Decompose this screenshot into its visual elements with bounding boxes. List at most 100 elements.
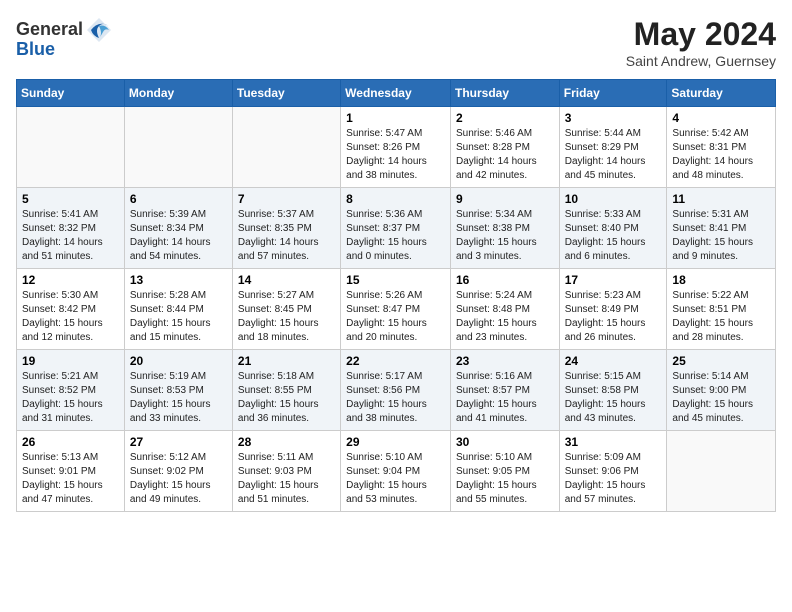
- day-number: 19: [22, 354, 119, 368]
- day-cell: 3 Sunrise: 5:44 AMSunset: 8:29 PMDayligh…: [559, 107, 667, 188]
- day-cell: 25 Sunrise: 5:14 AMSunset: 9:00 PMDaylig…: [667, 350, 776, 431]
- week-row-3: 12 Sunrise: 5:30 AMSunset: 8:42 PMDaylig…: [17, 269, 776, 350]
- day-cell: 24 Sunrise: 5:15 AMSunset: 8:58 PMDaylig…: [559, 350, 667, 431]
- day-info: Sunrise: 5:14 AMSunset: 9:00 PMDaylight:…: [672, 370, 770, 426]
- day-number: 14: [238, 273, 335, 287]
- day-info: Sunrise: 5:42 AMSunset: 8:31 PMDaylight:…: [672, 127, 770, 183]
- day-number: 16: [456, 273, 554, 287]
- day-info: Sunrise: 5:28 AMSunset: 8:44 PMDaylight:…: [130, 289, 227, 345]
- day-info: Sunrise: 5:37 AMSunset: 8:35 PMDaylight:…: [238, 208, 335, 264]
- day-cell: 9 Sunrise: 5:34 AMSunset: 8:38 PMDayligh…: [450, 188, 559, 269]
- day-cell: 28 Sunrise: 5:11 AMSunset: 9:03 PMDaylig…: [232, 431, 340, 512]
- day-cell: 26 Sunrise: 5:13 AMSunset: 9:01 PMDaylig…: [17, 431, 125, 512]
- day-info: Sunrise: 5:33 AMSunset: 8:40 PMDaylight:…: [565, 208, 662, 264]
- day-info: Sunrise: 5:30 AMSunset: 8:42 PMDaylight:…: [22, 289, 119, 345]
- day-number: 8: [346, 192, 445, 206]
- day-number: 21: [238, 354, 335, 368]
- week-row-5: 26 Sunrise: 5:13 AMSunset: 9:01 PMDaylig…: [17, 431, 776, 512]
- weekday-header-thursday: Thursday: [450, 80, 559, 107]
- day-number: 9: [456, 192, 554, 206]
- day-cell: 16 Sunrise: 5:24 AMSunset: 8:48 PMDaylig…: [450, 269, 559, 350]
- week-row-1: 1 Sunrise: 5:47 AMSunset: 8:26 PMDayligh…: [17, 107, 776, 188]
- day-cell: 30 Sunrise: 5:10 AMSunset: 9:05 PMDaylig…: [450, 431, 559, 512]
- day-cell: 19 Sunrise: 5:21 AMSunset: 8:52 PMDaylig…: [17, 350, 125, 431]
- day-number: 27: [130, 435, 227, 449]
- logo-blue: Blue: [16, 40, 55, 60]
- day-cell: 8 Sunrise: 5:36 AMSunset: 8:37 PMDayligh…: [341, 188, 451, 269]
- day-info: Sunrise: 5:47 AMSunset: 8:26 PMDaylight:…: [346, 127, 445, 183]
- title-block: May 2024 Saint Andrew, Guernsey: [626, 16, 776, 69]
- day-info: Sunrise: 5:09 AMSunset: 9:06 PMDaylight:…: [565, 451, 662, 507]
- weekday-header-friday: Friday: [559, 80, 667, 107]
- day-info: Sunrise: 5:10 AMSunset: 9:05 PMDaylight:…: [456, 451, 554, 507]
- weekday-header-row: SundayMondayTuesdayWednesdayThursdayFrid…: [17, 80, 776, 107]
- week-row-4: 19 Sunrise: 5:21 AMSunset: 8:52 PMDaylig…: [17, 350, 776, 431]
- day-number: 4: [672, 111, 770, 125]
- day-cell: 4 Sunrise: 5:42 AMSunset: 8:31 PMDayligh…: [667, 107, 776, 188]
- day-number: 23: [456, 354, 554, 368]
- day-cell: [667, 431, 776, 512]
- day-cell: [17, 107, 125, 188]
- day-cell: 17 Sunrise: 5:23 AMSunset: 8:49 PMDaylig…: [559, 269, 667, 350]
- day-number: 29: [346, 435, 445, 449]
- day-info: Sunrise: 5:23 AMSunset: 8:49 PMDaylight:…: [565, 289, 662, 345]
- day-number: 3: [565, 111, 662, 125]
- day-number: 30: [456, 435, 554, 449]
- logo: General Blue: [16, 16, 113, 60]
- day-cell: 22 Sunrise: 5:17 AMSunset: 8:56 PMDaylig…: [341, 350, 451, 431]
- day-info: Sunrise: 5:27 AMSunset: 8:45 PMDaylight:…: [238, 289, 335, 345]
- day-number: 11: [672, 192, 770, 206]
- day-cell: 14 Sunrise: 5:27 AMSunset: 8:45 PMDaylig…: [232, 269, 340, 350]
- day-number: 26: [22, 435, 119, 449]
- day-cell: 10 Sunrise: 5:33 AMSunset: 8:40 PMDaylig…: [559, 188, 667, 269]
- day-number: 22: [346, 354, 445, 368]
- day-info: Sunrise: 5:41 AMSunset: 8:32 PMDaylight:…: [22, 208, 119, 264]
- day-info: Sunrise: 5:21 AMSunset: 8:52 PMDaylight:…: [22, 370, 119, 426]
- day-number: 6: [130, 192, 227, 206]
- weekday-header-monday: Monday: [124, 80, 232, 107]
- day-cell: 7 Sunrise: 5:37 AMSunset: 8:35 PMDayligh…: [232, 188, 340, 269]
- weekday-header-tuesday: Tuesday: [232, 80, 340, 107]
- day-cell: 21 Sunrise: 5:18 AMSunset: 8:55 PMDaylig…: [232, 350, 340, 431]
- logo-icon: [85, 16, 113, 44]
- weekday-header-sunday: Sunday: [17, 80, 125, 107]
- day-info: Sunrise: 5:16 AMSunset: 8:57 PMDaylight:…: [456, 370, 554, 426]
- day-info: Sunrise: 5:12 AMSunset: 9:02 PMDaylight:…: [130, 451, 227, 507]
- day-cell: 6 Sunrise: 5:39 AMSunset: 8:34 PMDayligh…: [124, 188, 232, 269]
- day-info: Sunrise: 5:39 AMSunset: 8:34 PMDaylight:…: [130, 208, 227, 264]
- day-number: 10: [565, 192, 662, 206]
- day-number: 12: [22, 273, 119, 287]
- day-number: 17: [565, 273, 662, 287]
- day-info: Sunrise: 5:26 AMSunset: 8:47 PMDaylight:…: [346, 289, 445, 345]
- week-row-2: 5 Sunrise: 5:41 AMSunset: 8:32 PMDayligh…: [17, 188, 776, 269]
- day-number: 5: [22, 192, 119, 206]
- calendar-table: SundayMondayTuesdayWednesdayThursdayFrid…: [16, 79, 776, 512]
- day-number: 18: [672, 273, 770, 287]
- day-number: 24: [565, 354, 662, 368]
- day-number: 15: [346, 273, 445, 287]
- day-number: 25: [672, 354, 770, 368]
- day-info: Sunrise: 5:22 AMSunset: 8:51 PMDaylight:…: [672, 289, 770, 345]
- day-cell: 1 Sunrise: 5:47 AMSunset: 8:26 PMDayligh…: [341, 107, 451, 188]
- day-cell: 29 Sunrise: 5:10 AMSunset: 9:04 PMDaylig…: [341, 431, 451, 512]
- day-info: Sunrise: 5:34 AMSunset: 8:38 PMDaylight:…: [456, 208, 554, 264]
- day-cell: 18 Sunrise: 5:22 AMSunset: 8:51 PMDaylig…: [667, 269, 776, 350]
- day-info: Sunrise: 5:31 AMSunset: 8:41 PMDaylight:…: [672, 208, 770, 264]
- day-cell: 20 Sunrise: 5:19 AMSunset: 8:53 PMDaylig…: [124, 350, 232, 431]
- day-info: Sunrise: 5:10 AMSunset: 9:04 PMDaylight:…: [346, 451, 445, 507]
- day-cell: 23 Sunrise: 5:16 AMSunset: 8:57 PMDaylig…: [450, 350, 559, 431]
- day-info: Sunrise: 5:24 AMSunset: 8:48 PMDaylight:…: [456, 289, 554, 345]
- day-info: Sunrise: 5:13 AMSunset: 9:01 PMDaylight:…: [22, 451, 119, 507]
- location: Saint Andrew, Guernsey: [626, 53, 776, 69]
- day-number: 2: [456, 111, 554, 125]
- day-number: 28: [238, 435, 335, 449]
- day-number: 1: [346, 111, 445, 125]
- day-cell: 31 Sunrise: 5:09 AMSunset: 9:06 PMDaylig…: [559, 431, 667, 512]
- day-cell: 13 Sunrise: 5:28 AMSunset: 8:44 PMDaylig…: [124, 269, 232, 350]
- day-number: 20: [130, 354, 227, 368]
- day-info: Sunrise: 5:15 AMSunset: 8:58 PMDaylight:…: [565, 370, 662, 426]
- day-info: Sunrise: 5:11 AMSunset: 9:03 PMDaylight:…: [238, 451, 335, 507]
- day-cell: 11 Sunrise: 5:31 AMSunset: 8:41 PMDaylig…: [667, 188, 776, 269]
- day-cell: 2 Sunrise: 5:46 AMSunset: 8:28 PMDayligh…: [450, 107, 559, 188]
- day-cell: 27 Sunrise: 5:12 AMSunset: 9:02 PMDaylig…: [124, 431, 232, 512]
